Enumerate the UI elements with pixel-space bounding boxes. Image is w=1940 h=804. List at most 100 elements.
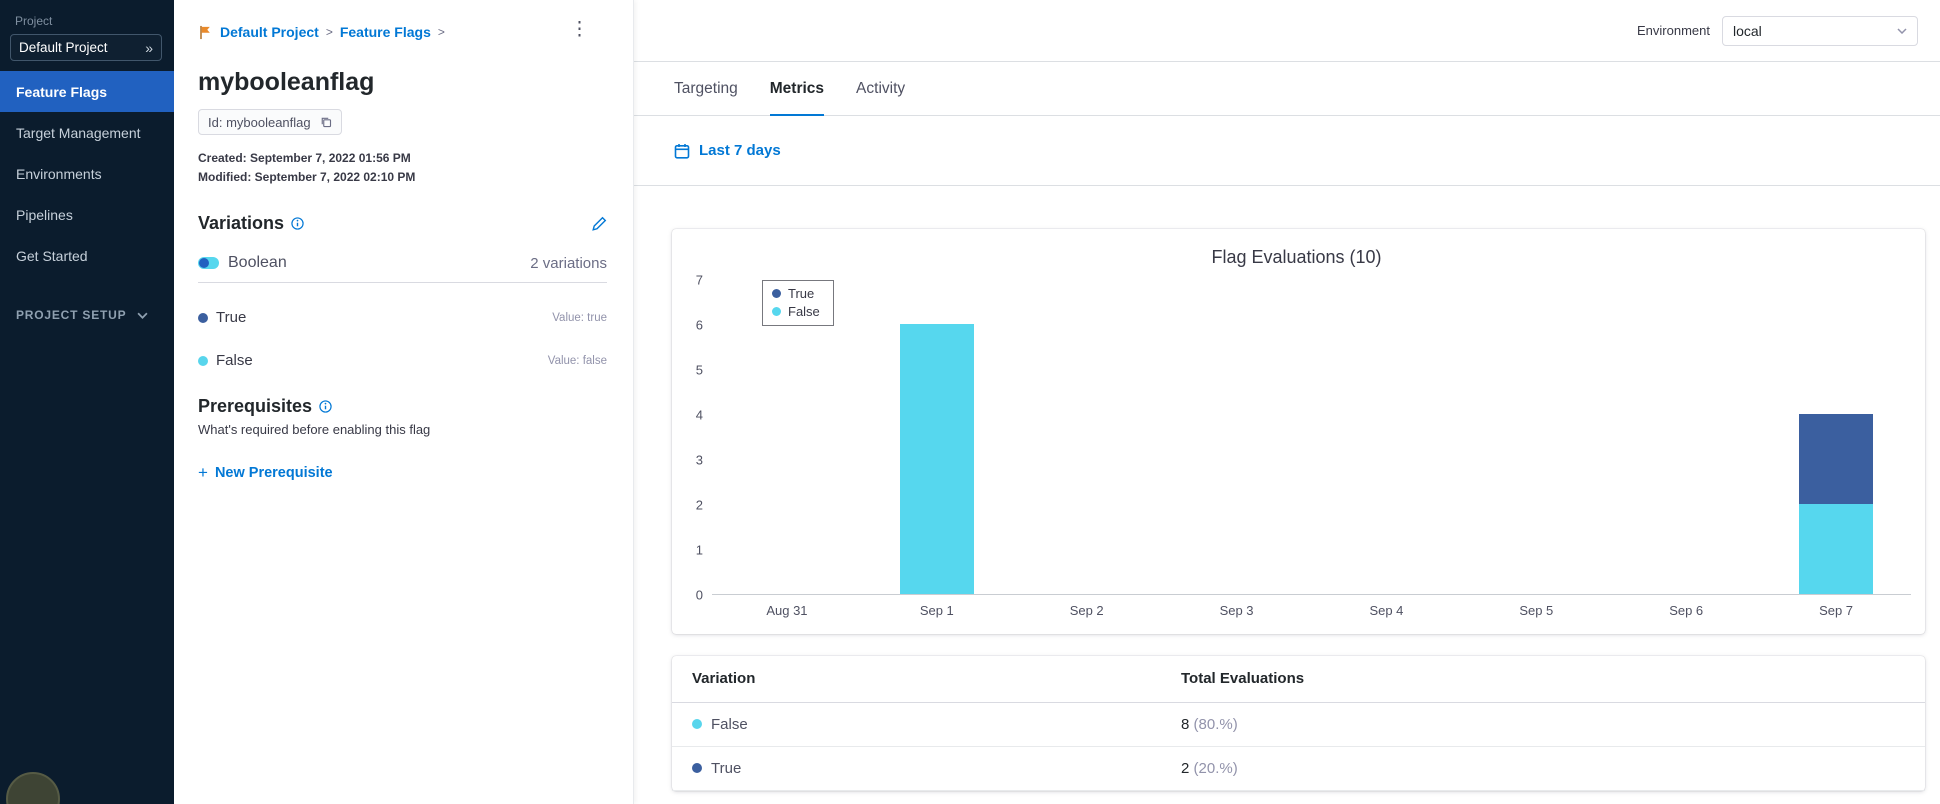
environment-select-value: local: [1733, 22, 1762, 39]
tab-metrics[interactable]: Metrics: [769, 80, 825, 116]
sidebar-item-target-management[interactable]: Target Management: [0, 112, 174, 153]
chevron-down-icon: [137, 312, 148, 319]
variation-count: 2 variations: [530, 254, 607, 272]
date-range-label: Last 7 days: [699, 142, 781, 159]
flag-evaluations-chart-card: Flag Evaluations (10) 0 1 2 3 4 5 6 7 True False…: [672, 229, 1925, 634]
x-axis-label-sep-2: Sep 2: [1069, 603, 1104, 618]
info-icon[interactable]: [319, 400, 332, 413]
y-tick-label: 1: [695, 542, 703, 558]
y-tick-label: 3: [695, 452, 703, 468]
chart-category-sep-7: [1761, 280, 1911, 594]
project-selector[interactable]: Default Project »: [10, 34, 162, 61]
bar-segment-false-sep-1[interactable]: [899, 324, 974, 594]
total-percent: (80.%): [1189, 715, 1238, 733]
project-setup-label: PROJECT SETUP: [16, 308, 127, 322]
total-percent: (20.%): [1189, 759, 1238, 777]
expand-project-icon[interactable]: »: [145, 40, 153, 56]
legend-label: True: [788, 286, 815, 301]
bar-segment-true-sep-7[interactable]: [1799, 414, 1874, 504]
y-tick-label: 6: [695, 317, 703, 333]
table-header-row: Variation Total Evaluations: [672, 656, 1925, 703]
column-header-total-evaluations: Total Evaluations: [1161, 656, 1925, 703]
bar-segment-false-sep-7[interactable]: [1799, 504, 1874, 594]
x-axis-label-sep-3: Sep 3: [1219, 603, 1254, 618]
breadcrumb-link-default-project[interactable]: Default Project: [220, 24, 319, 40]
chart-category-sep-4: [1312, 280, 1462, 594]
chart-category-sep-5: [1461, 280, 1611, 594]
project-label: Project: [15, 14, 53, 28]
prerequisites-description: What's required before enabling this fla…: [198, 422, 431, 437]
new-prerequisite-button[interactable]: + New Prerequisite: [198, 463, 333, 483]
x-axis-label-sep-4: Sep 4: [1369, 603, 1404, 618]
tab-targeting[interactable]: Targeting: [674, 80, 738, 116]
x-axis-labels: Aug 31 Sep 1 Sep 2 Sep 3 Sep 4 Sep 5 Sep 6 Sep …: [712, 603, 1911, 618]
variation-row-false: False Value: false: [198, 352, 607, 369]
variations-title: Variations: [198, 213, 285, 233]
sidebar-item-pipelines[interactable]: Pipelines: [0, 194, 174, 235]
sidebar-item-get-started[interactable]: Get Started: [0, 235, 174, 276]
x-axis-label-aug-31: Aug 31: [766, 603, 808, 618]
calendar-icon: [674, 143, 690, 159]
cell-variation-content: True: [692, 760, 1161, 777]
table-body: False 8 (80.%) True 2 (20.%): [672, 702, 1925, 791]
y-axis: 0 1 2 3 4 5 6 7: [682, 274, 712, 602]
flag-icon: [200, 25, 210, 39]
help-bubble[interactable]: [6, 772, 60, 804]
plot-wrap: True False Aug 31 Sep 1 Sep 2 Sep 3 Sep 4 Sep …: [712, 280, 1911, 618]
new-prerequisite-label: New Prerequisite: [214, 465, 333, 481]
flag-modified-text: Modified: September 7, 2022 02:10 PM: [198, 170, 416, 184]
plot-area: True False: [712, 280, 1911, 595]
variation-list: True Value: true False Value: false: [198, 309, 607, 369]
environment-label: Environment: [1637, 23, 1710, 38]
table-row-false: False 8 (80.%): [672, 702, 1925, 747]
sidebar-item-feature-flags[interactable]: Feature Flags: [0, 71, 174, 112]
info-icon[interactable]: [291, 217, 304, 230]
variation-value: Value: true: [552, 311, 607, 324]
variation-row-true: True Value: true: [198, 309, 607, 326]
main-panel: Environment local Targeting Metrics Activi…: [634, 0, 1940, 804]
table-row-true: True 2 (20.%): [672, 746, 1925, 791]
breadcrumb-separator: >: [325, 25, 333, 39]
chart-category-sep-2: [1012, 280, 1162, 594]
breadcrumb: Default Project > Feature Flags >: [198, 0, 607, 40]
variation-name: False: [216, 352, 253, 369]
breadcrumb-link-feature-flags[interactable]: Feature Flags: [340, 24, 431, 40]
date-range-bar: Last 7 days: [634, 116, 1940, 186]
flag-options-menu-icon[interactable]: ⋮: [570, 20, 589, 39]
copy-icon[interactable]: [320, 116, 332, 128]
variation-value: Value: false: [547, 354, 607, 367]
edit-variations-icon[interactable]: [591, 216, 607, 232]
y-tick-label: 0: [695, 587, 703, 603]
flag-id-text: Id: mybooleanflag: [208, 114, 311, 130]
chart-legend: True False: [762, 280, 834, 326]
date-range-picker[interactable]: Last 7 days: [674, 142, 781, 159]
legend-dot-true: [772, 289, 781, 298]
variation-name: True: [711, 759, 742, 777]
x-axis-label-sep-5: Sep 5: [1519, 603, 1554, 618]
sidebar-item-environments[interactable]: Environments: [0, 153, 174, 194]
chart-category-sep-3: [1162, 280, 1312, 594]
legend-label: False: [788, 304, 820, 319]
sidebar: Project Default Project » Feature Flags T…: [0, 0, 174, 804]
environment-select[interactable]: local: [1722, 15, 1918, 46]
variation-type-label: Boolean: [228, 254, 287, 271]
x-axis-label-sep-7: Sep 7: [1819, 603, 1854, 618]
project-setup-toggle[interactable]: PROJECT SETUP: [0, 308, 174, 322]
plus-icon: +: [198, 463, 208, 482]
flag-name-title: mybooleanflag: [198, 68, 375, 96]
prerequisites-title: Prerequisites: [198, 396, 313, 416]
flag-created-text: Created: September 7, 2022 01:56 PM: [198, 151, 411, 165]
x-axis-label-sep-6: Sep 6: [1669, 603, 1704, 618]
prerequisites-section-header: Prerequisites: [198, 396, 607, 417]
legend-dot-false: [772, 307, 781, 316]
evaluations-table: Variation Total Evaluations False 8 (80.%…: [672, 656, 1925, 791]
environment-bar: Environment local: [634, 0, 1940, 62]
tabs-bar: Targeting Metrics Activity: [634, 62, 1940, 116]
variation-color-dot: [692, 719, 702, 729]
y-tick-label: 5: [695, 362, 703, 378]
variation-color-dot: [198, 355, 208, 366]
y-tick-label: 4: [695, 407, 703, 423]
breadcrumb-separator: >: [437, 25, 445, 39]
cell-total-evaluations: 8 (80.%): [1161, 702, 1925, 747]
tab-activity[interactable]: Activity: [856, 80, 905, 116]
